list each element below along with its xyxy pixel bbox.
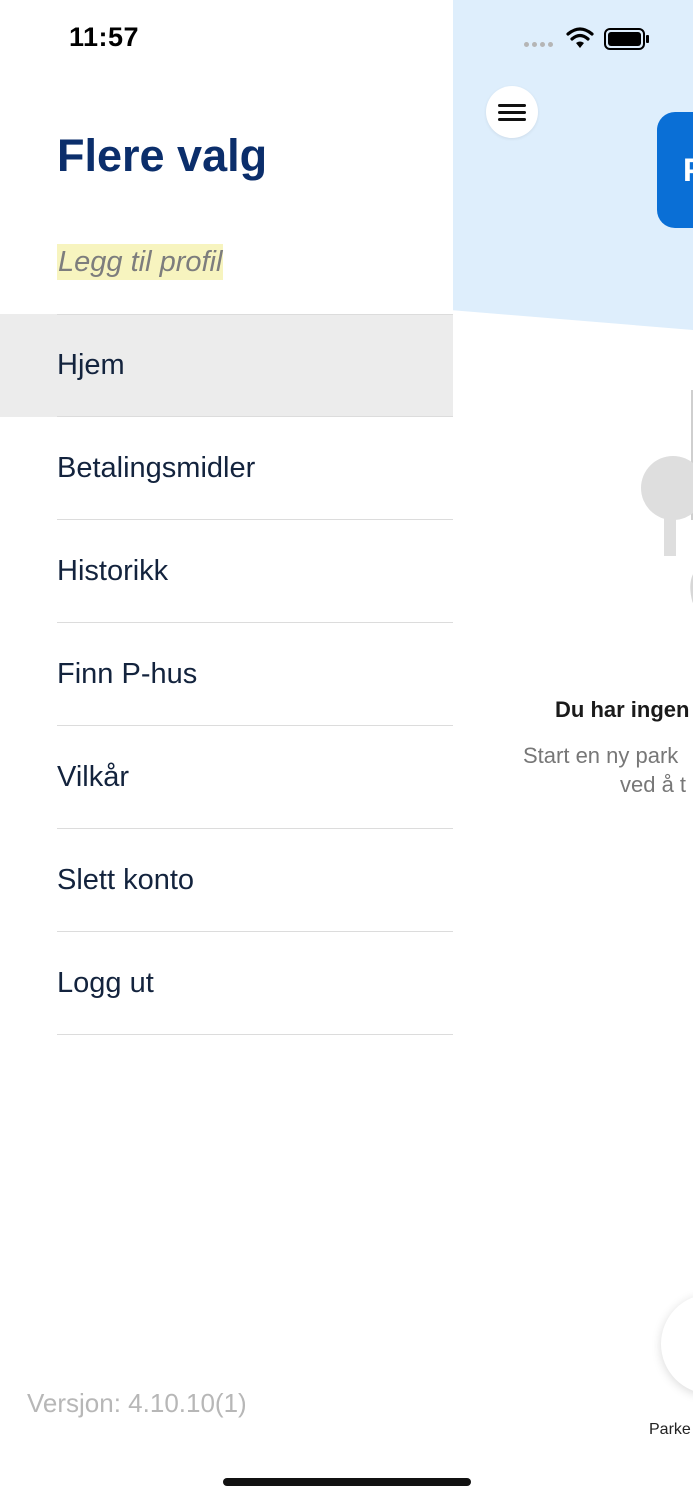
menu-item-label: Betalingsmidler: [57, 452, 256, 484]
empty-state-title: Du har ingen: [555, 697, 690, 722]
status-time: 11:57: [69, 22, 140, 52]
menu-item-label: Vilkår: [57, 761, 129, 793]
primary-action-card[interactable]: P: [657, 112, 693, 228]
parking-illustration: [641, 390, 693, 603]
menu-item-slett-konto[interactable]: Slett konto: [0, 829, 453, 932]
drawer-title: Flere valg: [57, 130, 268, 181]
hamburger-icon: [498, 100, 526, 125]
menu-item-label: Slett konto: [57, 864, 195, 896]
menu-item-label: Logg ut: [57, 967, 154, 999]
empty-state-description-line2: ved å t: [620, 772, 687, 797]
menu-item-label: Historikk: [57, 555, 169, 587]
version-label: Versjon: 4.10.10(1): [27, 1388, 247, 1418]
illustration-trunk: [664, 508, 676, 556]
menu-item-hjem[interactable]: Hjem: [0, 314, 453, 417]
menu-button[interactable]: [486, 86, 538, 138]
menu-item-historikk[interactable]: Historikk: [0, 520, 453, 623]
park-button-label: Parke: [649, 1421, 691, 1438]
drawer-menu: Hjem Betalingsmidler Historikk Finn P-hu…: [0, 314, 453, 1035]
battery-icon: [604, 28, 649, 50]
menu-item-label: Finn P-hus: [57, 658, 198, 690]
wifi-icon: [566, 27, 594, 48]
empty-state-description-line1: Start en ny park: [523, 743, 679, 768]
park-button[interactable]: [661, 1294, 693, 1394]
main-panel: P Du har ingen Start en ny park ved å t …: [453, 0, 693, 1500]
primary-card-text: P: [683, 152, 693, 189]
side-drawer: Flere valg Legg til profil Hjem Betaling…: [0, 0, 453, 1500]
menu-item-finn-p-hus[interactable]: Finn P-hus: [0, 623, 453, 726]
add-profile-link[interactable]: Legg til profil: [57, 244, 224, 280]
menu-item-betalingsmidler[interactable]: Betalingsmidler: [0, 417, 453, 520]
menu-item-logg-ut[interactable]: Logg ut: [0, 932, 453, 1035]
signal-icon: [524, 42, 558, 48]
home-indicator: [223, 1478, 471, 1486]
screen: P Du har ingen Start en ny park ved å t …: [0, 0, 693, 1500]
menu-item-vilkar[interactable]: Vilkår: [0, 726, 453, 829]
menu-item-label: Hjem: [57, 349, 125, 381]
